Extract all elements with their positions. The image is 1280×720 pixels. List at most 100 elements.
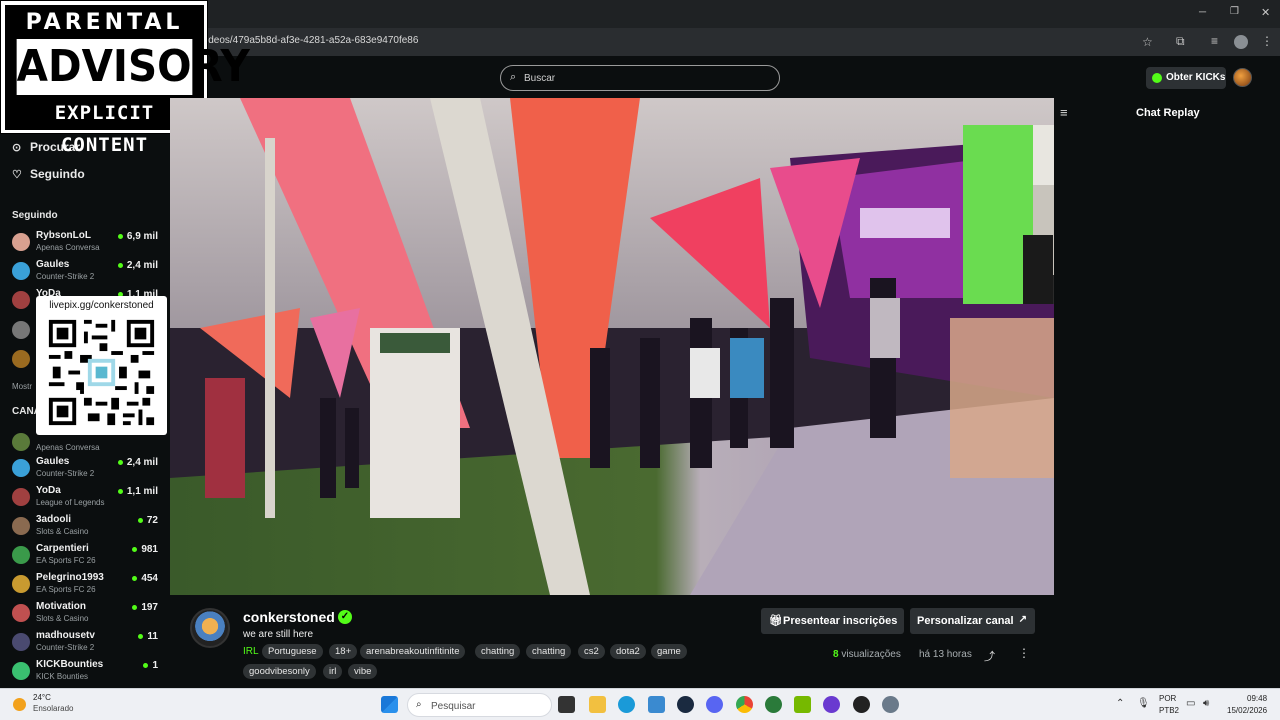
get-kicks-button[interactable]: Obter KICKs — [1146, 67, 1226, 89]
more-options-icon[interactable]: ⋮ — [1018, 646, 1030, 660]
channel-name: Gaules — [36, 259, 70, 270]
tag[interactable]: arenabreakoutinfitinite — [360, 644, 466, 659]
viewer-count: 2,4 mil — [118, 457, 158, 468]
gift-subs-label: Presentear inscrições — [783, 615, 898, 627]
channel-category: EA Sports FC 26 — [36, 556, 96, 565]
weather-temperature[interactable]: 24°C — [33, 693, 51, 702]
search-input[interactable]: ⌕ Buscar — [500, 65, 780, 91]
maximize-icon[interactable]: ❐ — [1230, 6, 1239, 17]
channel-row[interactable]: Gaules Counter-Strike 2 2,4 mil — [12, 456, 162, 484]
channel-name: madhousetv — [36, 630, 95, 641]
compass-icon: ⊙ — [12, 142, 22, 154]
discord-icon[interactable] — [706, 696, 723, 713]
category-link[interactable]: IRL — [243, 646, 259, 657]
following-channel-row[interactable]: Gaules Counter-Strike 2 2,4 mil — [12, 259, 162, 287]
clock-time[interactable]: 09:48 — [1247, 694, 1267, 703]
microphone-icon[interactable]: 🎙︎ — [1137, 698, 1150, 709]
avatar — [12, 262, 30, 280]
channel-category: Counter-Strike 2 — [36, 469, 95, 478]
clock-date[interactable]: 15/02/2026 — [1227, 706, 1267, 715]
get-kicks-label: Obter KICKs — [1166, 72, 1226, 83]
taskbar-search[interactable]: ⌕ Pesquisar — [407, 693, 552, 717]
edge-icon[interactable] — [618, 696, 635, 713]
channel-row[interactable]: YoDa League of Legends 1,1 mil — [12, 485, 162, 513]
tag[interactable]: vibe — [348, 664, 378, 679]
reading-list-icon[interactable]: ≡ — [1211, 34, 1218, 48]
user-avatar[interactable] — [1233, 68, 1252, 87]
obs-icon[interactable] — [853, 696, 870, 713]
channel-name: Carpentieri — [36, 543, 89, 554]
photos-icon[interactable] — [648, 696, 665, 713]
tag[interactable]: 18+ — [329, 644, 358, 659]
menu-kebab-icon[interactable]: ⋮ — [1261, 34, 1273, 48]
video-frame — [170, 98, 1054, 595]
app-icon[interactable] — [823, 696, 840, 713]
following-channel-row[interactable]: RybsonLoL Apenas Conversa 6,9 mil — [12, 230, 162, 258]
avatar — [12, 459, 30, 477]
bookmark-star-icon[interactable]: ☆ — [1142, 35, 1153, 49]
tag[interactable]: dota2 — [610, 644, 646, 659]
chevron-up-icon[interactable]: ⌃ — [1116, 698, 1124, 709]
avatar — [12, 662, 30, 680]
collapse-chat-icon[interactable]: ≡ — [1060, 105, 1068, 120]
settings-gear-icon[interactable] — [882, 696, 899, 713]
viewer-count: 197 — [132, 602, 158, 613]
video-player[interactable] — [170, 98, 1054, 595]
channel-name: KICKBounties — [36, 659, 104, 670]
steam-icon[interactable] — [677, 696, 694, 713]
qr-label: livepix.gg/conkerstoned — [49, 300, 154, 311]
profile-icon[interactable] — [1234, 35, 1248, 49]
weather-description[interactable]: Ensolarado — [33, 704, 73, 713]
channel-category: League of Legends — [36, 498, 105, 507]
tag[interactable]: chatting — [526, 644, 572, 659]
extensions-icon[interactable]: ⧉ — [1176, 34, 1185, 49]
channel-row[interactable]: KICKBounties KICK Bounties 1 — [12, 659, 162, 687]
share-icon[interactable]: ⤴ — [984, 648, 995, 664]
channel-row[interactable]: Carpentieri EA Sports FC 26 981 — [12, 543, 162, 571]
nvidia-icon[interactable] — [794, 696, 811, 713]
avatar[interactable] — [12, 350, 30, 368]
keyboard-layout[interactable]: PTB2 — [1159, 706, 1179, 715]
channel-category: Slots & Casino — [36, 614, 89, 623]
tag[interactable]: Portuguese — [262, 644, 323, 659]
file-explorer-icon[interactable] — [589, 696, 606, 713]
windows-start-icon[interactable] — [381, 696, 398, 713]
close-icon[interactable]: ✕ — [1261, 6, 1270, 19]
tag[interactable]: chatting — [475, 644, 521, 659]
channel-category: Slots & Casino — [36, 527, 89, 536]
avatar — [12, 488, 30, 506]
input-language[interactable]: POR — [1159, 694, 1176, 703]
channel-category: Apenas Conversa — [36, 443, 100, 452]
tag[interactable]: goodvibesonly — [243, 664, 316, 679]
search-icon: ⌕ — [510, 71, 517, 83]
tag[interactable]: irl — [323, 664, 343, 679]
channel-name: RybsonLoL — [36, 230, 91, 241]
avatar — [12, 233, 30, 251]
chrome-icon[interactable] — [736, 696, 753, 713]
channel-row[interactable]: madhousetv Counter-Strike 2 11 — [12, 630, 162, 658]
customize-channel-button[interactable]: Personalizar canal ↗ — [910, 608, 1035, 634]
viewer-count: 454 — [132, 573, 158, 584]
viewer-count: 1,1 mil — [118, 486, 158, 497]
tag[interactable]: cs2 — [578, 644, 605, 659]
streamer-name[interactable]: conkerstoned — [243, 609, 335, 625]
network-icon[interactable]: ▭ — [1186, 698, 1195, 709]
verified-badge-icon: ✓ — [338, 610, 352, 624]
avatar[interactable] — [12, 321, 30, 339]
minimize-icon[interactable]: ─ — [1199, 7, 1206, 18]
sidebar-item-following[interactable]: ♡ Seguindo — [12, 167, 85, 181]
task-view-icon[interactable] — [558, 696, 575, 713]
streamer-avatar[interactable] — [190, 608, 230, 648]
viewer-count: 72 — [138, 515, 158, 526]
tag[interactable]: game — [651, 644, 687, 659]
qr-code-overlay: livepix.gg/conkerstoned — [36, 296, 167, 435]
channel-row[interactable]: 3adooli Slots & Casino 72 — [12, 514, 162, 542]
xbox-icon[interactable] — [765, 696, 782, 713]
channel-row[interactable]: Pelegrino1993 EA Sports FC 26 454 — [12, 572, 162, 600]
gift-subs-button[interactable]: 🎁︎ Presentear inscrições — [761, 608, 904, 634]
channel-row[interactable]: Motivation Slots & Casino 197 — [12, 601, 162, 629]
qr-code-icon — [45, 316, 158, 429]
viewer-count: 2,4 mil — [118, 260, 158, 271]
show-more-link[interactable]: Mostr — [12, 382, 32, 391]
volume-icon[interactable]: 🔊︎ — [1203, 698, 1209, 709]
